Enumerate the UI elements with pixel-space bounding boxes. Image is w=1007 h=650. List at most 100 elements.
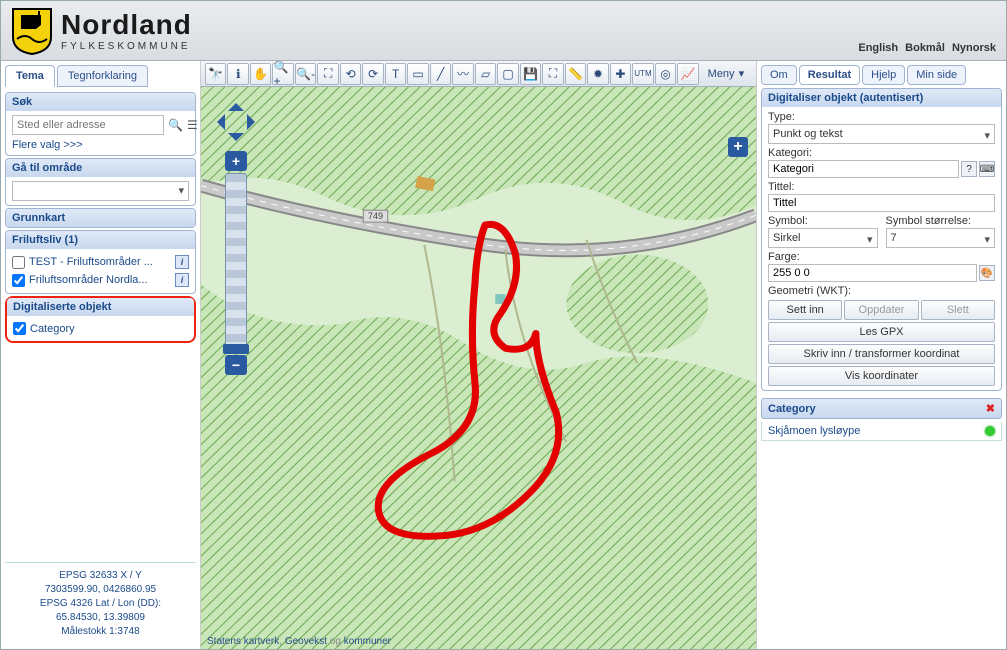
tab-minside[interactable]: Min side: [907, 65, 966, 85]
tool-binoculars-icon[interactable]: 🔭: [205, 63, 226, 85]
attr-statens[interactable]: Statens kartverk: [207, 636, 279, 647]
tab-hjelp[interactable]: Hjelp: [862, 65, 905, 85]
close-icon[interactable]: ✖: [986, 402, 995, 415]
scale-value: Målestokk 1:3748: [61, 626, 139, 637]
tool-next-extent-icon[interactable]: ⟳: [362, 63, 383, 85]
lang-english[interactable]: English: [858, 42, 898, 54]
insert-button[interactable]: Sett inn: [768, 300, 842, 320]
digitize-panel: Digitaliser objekt (autentisert) Type: P…: [761, 88, 1002, 391]
tittel-label: Tittel:: [768, 181, 995, 193]
kategori-help-icon[interactable]: ?: [961, 161, 977, 177]
goto-area-header: Gå til område: [6, 159, 195, 177]
road-label: 749: [368, 211, 383, 221]
map-svg: 749: [201, 87, 756, 649]
tool-prev-extent-icon[interactable]: ⟲: [340, 63, 361, 85]
layer-label-category[interactable]: Category: [30, 323, 188, 335]
tool-line-icon[interactable]: ╱: [430, 63, 451, 85]
zoom-slider[interactable]: [225, 173, 247, 353]
epsg32633-label[interactable]: EPSG 32633 X / Y: [59, 570, 142, 581]
left-panel: Tema Tegnforklaring Søk 🔍 ☰ Flere valg >…: [1, 61, 201, 649]
tool-zoom-out-icon[interactable]: 🔍-: [295, 63, 316, 85]
tool-info-icon[interactable]: ℹ: [227, 63, 248, 85]
tool-save-icon[interactable]: 💾: [520, 63, 541, 85]
pan-up-icon[interactable]: [228, 95, 244, 111]
pan-down-icon[interactable]: [228, 133, 244, 149]
tool-rect-icon[interactable]: ▢: [497, 63, 518, 85]
goto-area-section: Gå til område: [5, 158, 196, 206]
tool-profile-icon[interactable]: 📈: [677, 63, 698, 85]
basemap-section: Grunnkart: [5, 208, 196, 228]
pan-left-icon[interactable]: [209, 114, 225, 130]
kategori-keyboard-icon[interactable]: ⌨: [979, 161, 995, 177]
search-more-link[interactable]: Flere valg >>>: [12, 139, 83, 151]
zoom-slider-handle[interactable]: [223, 344, 249, 354]
tab-om[interactable]: Om: [761, 65, 797, 85]
kategori-input[interactable]: [768, 160, 959, 178]
symbol-dropdown[interactable]: Sirkel: [768, 228, 878, 248]
tab-tegnforklaring[interactable]: Tegnforklaring: [57, 65, 148, 87]
digitize-panel-header: Digitaliser objekt (autentisert): [762, 89, 1001, 107]
layer-label-test[interactable]: TEST - Friluftsområder ...: [29, 256, 171, 268]
zoom-in-alt[interactable]: +: [728, 137, 748, 157]
tool-cross-icon[interactable]: ✚: [610, 63, 631, 85]
main-body: Tema Tegnforklaring Søk 🔍 ☰ Flere valg >…: [1, 61, 1006, 649]
digitized-objects-section: Digitaliserte objekt Category: [5, 296, 196, 343]
basemap-header: Grunnkart: [6, 209, 195, 227]
tool-gear-icon[interactable]: ✹: [587, 63, 608, 85]
read-gpx-button[interactable]: Les GPX: [768, 322, 995, 342]
app-root: Nordland FYLKESKOMMUNE English Bokmål Ny…: [0, 0, 1007, 650]
info-icon[interactable]: i: [175, 273, 189, 287]
tool-pan-icon[interactable]: ✋: [250, 63, 271, 85]
tool-polygon-icon[interactable]: ▱: [475, 63, 496, 85]
lang-nynorsk[interactable]: Nynorsk: [952, 42, 996, 54]
tool-polyline-icon[interactable]: 〰: [452, 63, 473, 85]
zoom-in-button[interactable]: +: [225, 151, 247, 171]
update-button[interactable]: Oppdater: [844, 300, 918, 320]
layer-checkbox-nordland[interactable]: [12, 274, 25, 287]
tool-measure-icon[interactable]: 📏: [565, 63, 586, 85]
search-icon[interactable]: 🔍: [168, 117, 183, 133]
delete-button[interactable]: Slett: [921, 300, 995, 320]
toolbar-menu[interactable]: Meny ▾: [700, 67, 752, 80]
map-canvas[interactable]: 749: [201, 87, 756, 649]
tab-tema[interactable]: Tema: [5, 65, 55, 87]
tool-fullscreen-icon[interactable]: ⛶: [542, 63, 563, 85]
symbol-size-label: Symbol størrelse:: [886, 215, 996, 227]
layer-checkbox-test[interactable]: [12, 256, 25, 269]
tittel-input[interactable]: [768, 194, 995, 212]
transform-coord-button[interactable]: Skriv inn / transformer koordinat: [768, 344, 995, 364]
search-input[interactable]: [12, 115, 164, 135]
layer-label-nordland[interactable]: Friluftsområder Nordla...: [29, 274, 171, 286]
nav-pan: [211, 97, 261, 147]
attr-kommuner[interactable]: kommuner: [344, 636, 391, 647]
tab-resultat[interactable]: Resultat: [799, 65, 860, 85]
header-bar: Nordland FYLKESKOMMUNE English Bokmål Ny…: [1, 1, 1006, 61]
friluftsliv-header: Friluftsliv (1): [6, 231, 195, 249]
logo-title: Nordland: [61, 9, 192, 41]
language-switcher: English Bokmål Nynorsk: [854, 42, 996, 54]
search-menu-icon[interactable]: ☰: [187, 117, 198, 133]
type-label: Type:: [768, 111, 995, 123]
tool-zoom-in-icon[interactable]: 🔍+: [272, 63, 293, 85]
attr-geovekst[interactable]: Geovekst: [285, 636, 327, 647]
map-attribution: Statens kartverk, Geovekst og kommuner: [207, 636, 391, 647]
farge-input[interactable]: [768, 264, 977, 282]
tool-utm-icon[interactable]: UTM: [632, 63, 653, 85]
zoom-out-button[interactable]: −: [225, 355, 247, 375]
friluftsliv-section: Friluftsliv (1) TEST - Friluftsområder .…: [5, 230, 196, 294]
epsg4326-label[interactable]: EPSG 4326 Lat / Lon (DD):: [40, 598, 161, 609]
tool-zoom-extent-icon[interactable]: ⛶: [317, 63, 338, 85]
type-dropdown[interactable]: Punkt og tekst: [768, 124, 995, 144]
symbol-size-dropdown[interactable]: 7: [886, 228, 996, 248]
category-item[interactable]: Skjåmoen lysløype: [761, 422, 1002, 441]
tool-text-icon[interactable]: T: [385, 63, 406, 85]
color-picker-icon[interactable]: 🎨: [979, 265, 995, 281]
tool-select-icon[interactable]: ▭: [407, 63, 428, 85]
info-icon[interactable]: i: [175, 255, 189, 269]
show-coord-button[interactable]: Vis koordinater: [768, 366, 995, 386]
goto-area-dropdown[interactable]: [12, 181, 189, 201]
tool-target-icon[interactable]: ◎: [655, 63, 676, 85]
layer-checkbox-category[interactable]: [13, 322, 26, 335]
lang-bokmal[interactable]: Bokmål: [905, 42, 945, 54]
pan-right-icon[interactable]: [247, 114, 263, 130]
